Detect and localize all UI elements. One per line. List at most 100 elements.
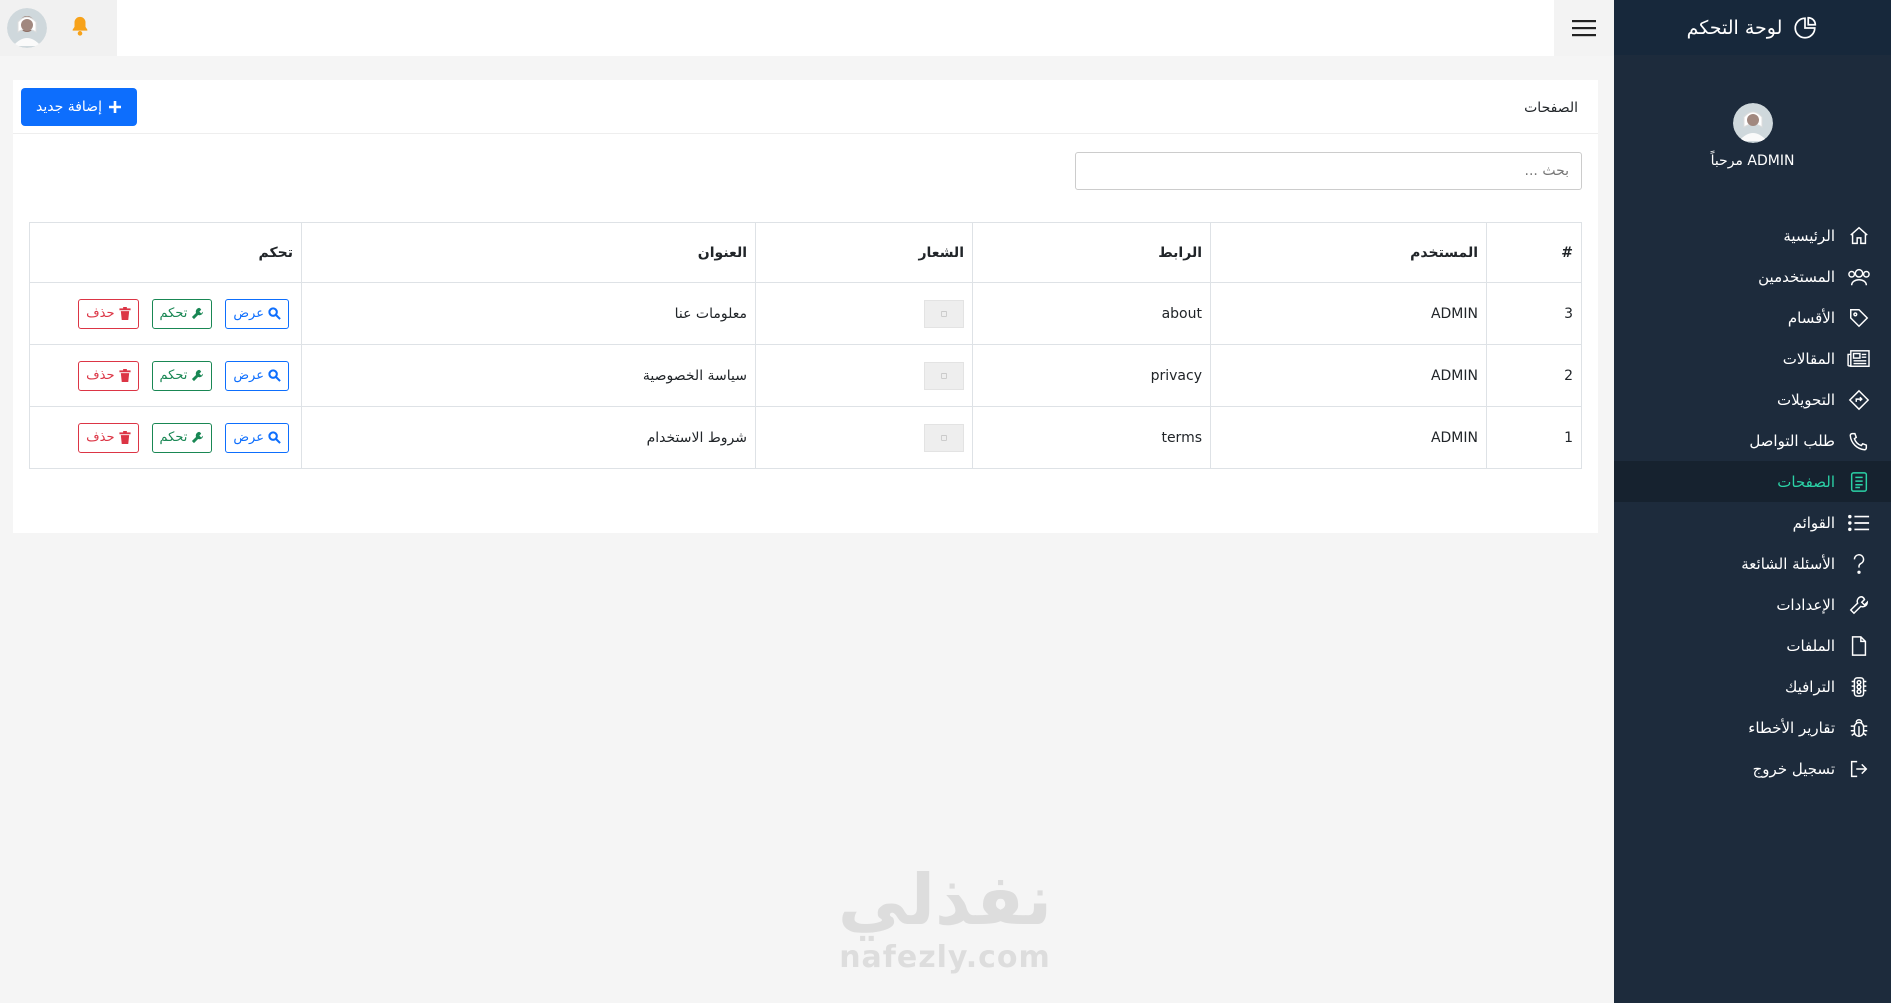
edit-button[interactable]: تحكم [151, 360, 213, 391]
sidebar-item-label: القوائم [1792, 513, 1835, 532]
trash-icon [118, 369, 131, 382]
sidebar-profile: مرحباً ADMIN [1614, 55, 1891, 199]
tag-icon [1847, 306, 1871, 330]
sidebar-item-label: الأسئلة الشائعة [1741, 554, 1835, 573]
sidebar-item-label: الإعدادات [1776, 595, 1835, 614]
sidebar-item-users[interactable]: المستخدمين [1614, 256, 1891, 297]
sidebar-item-label: الصفحات [1777, 472, 1835, 491]
top-bar [0, 0, 1614, 56]
table-row: 2 ADMIN privacy ◻ سياسة الخصوصية عرض تحك… [29, 344, 1582, 407]
sidebar-item-home[interactable]: الرئيسية [1614, 215, 1891, 256]
watermark-url: nafezly.com [839, 940, 1051, 975]
table-header-row: # المستخدم الرابط الشعار العنوان تحكم [29, 222, 1582, 283]
cell-id: 3 [1486, 282, 1582, 345]
sidebar-item-pages[interactable]: الصفحات [1614, 461, 1891, 502]
column-header-logo: الشعار [755, 222, 973, 283]
delete-button[interactable]: حذف [78, 422, 139, 453]
logout-icon [1847, 757, 1871, 781]
wrench-icon [192, 307, 204, 320]
delete-button[interactable]: حذف [78, 360, 139, 391]
top-user-area [0, 0, 117, 56]
column-header-user: المستخدم [1210, 222, 1487, 283]
sidebar-brand[interactable]: لوحة التحكم [1614, 0, 1891, 55]
edit-label: تحكم [159, 430, 188, 445]
view-label: عرض [233, 430, 264, 445]
page-icon [1847, 470, 1871, 494]
view-button[interactable]: عرض [225, 298, 289, 329]
view-label: عرض [233, 368, 264, 383]
home-icon [1847, 224, 1871, 248]
wrench-icon [192, 431, 204, 444]
list-icon [1847, 511, 1871, 535]
plus-icon [108, 101, 121, 113]
watermark: نفذلي nafezly.com [830, 860, 1060, 975]
view-button[interactable]: عرض [225, 360, 289, 391]
edit-label: تحكم [159, 368, 188, 383]
delete-label: حذف [86, 306, 115, 321]
sidebar-item-label: طلب التواصل [1749, 431, 1835, 450]
phone-icon [1847, 429, 1871, 453]
cell-actions: عرض تحكم حذف [29, 406, 302, 469]
watermark-arabic: نفذلي [837, 859, 1053, 941]
view-button[interactable]: عرض [225, 422, 289, 453]
delete-label: حذف [86, 368, 115, 383]
directions-icon [1847, 388, 1871, 412]
sidebar-item-error-reports[interactable]: تقارير الأخطاء [1614, 707, 1891, 748]
column-header-controls: تحكم [29, 222, 302, 283]
trash-icon [118, 307, 131, 320]
search-icon [268, 307, 281, 320]
file-icon [1847, 634, 1871, 658]
logo-thumbnail: ◻ [924, 423, 964, 452]
cell-title: معلومات عنا [301, 282, 756, 345]
sidebar-item-contact[interactable]: طلب التواصل [1614, 420, 1891, 461]
sidebar: لوحة التحكم مرحباً ADMIN الرئيسية المستخ… [1614, 0, 1891, 1003]
search-icon [268, 369, 281, 382]
pages-table: # المستخدم الرابط الشعار العنوان تحكم 3 … [29, 222, 1582, 469]
sidebar-item-menus[interactable]: القوائم [1614, 502, 1891, 543]
welcome-text: مرحباً ADMIN [1710, 153, 1795, 169]
menu-toggle-button[interactable] [1554, 0, 1614, 56]
sidebar-item-faq[interactable]: الأسئلة الشائعة [1614, 543, 1891, 584]
add-new-button[interactable]: إضافة جديد [21, 88, 137, 126]
sidebar-item-logout[interactable]: تسجيل خروج [1614, 748, 1891, 789]
sidebar-item-categories[interactable]: الأقسام [1614, 297, 1891, 338]
delete-label: حذف [86, 430, 115, 445]
newspaper-icon [1847, 347, 1871, 371]
column-header-link: الرابط [972, 222, 1211, 283]
cell-user: ADMIN [1210, 344, 1487, 407]
cell-link: privacy [972, 344, 1211, 407]
hamburger-icon [1572, 20, 1596, 37]
card-header: الصفحات إضافة جديد [13, 80, 1598, 134]
sidebar-item-settings[interactable]: الإعدادات [1614, 584, 1891, 625]
edit-button[interactable]: تحكم [151, 422, 213, 453]
cell-link: terms [972, 406, 1211, 469]
delete-button[interactable]: حذف [78, 298, 139, 329]
edit-button[interactable]: تحكم [151, 298, 213, 329]
search-icon [268, 431, 281, 444]
sidebar-item-transfers[interactable]: التحويلات [1614, 379, 1891, 420]
cell-actions: عرض تحكم حذف [29, 344, 302, 407]
cell-link: about [972, 282, 1211, 345]
sidebar-item-articles[interactable]: المقالات [1614, 338, 1891, 379]
sidebar-item-label: الترافيك [1784, 677, 1835, 696]
cell-user: ADMIN [1210, 282, 1487, 345]
sidebar-item-label: المستخدمين [1758, 267, 1835, 286]
cell-logo: ◻ [755, 282, 973, 345]
cell-id: 2 [1486, 344, 1582, 407]
cell-id: 1 [1486, 406, 1582, 469]
user-avatar[interactable] [7, 8, 47, 48]
bug-icon [1847, 716, 1871, 740]
traffic-icon [1847, 675, 1871, 699]
sidebar-item-traffic[interactable]: الترافيك [1614, 666, 1891, 707]
sidebar-item-files[interactable]: الملفات [1614, 625, 1891, 666]
column-header-title: العنوان [301, 222, 756, 283]
brand-title: لوحة التحكم [1686, 16, 1783, 39]
cell-logo: ◻ [755, 344, 973, 407]
bell-icon[interactable] [69, 15, 91, 41]
sidebar-item-label: الرئيسية [1783, 226, 1835, 245]
sidebar-avatar [1732, 103, 1773, 143]
search-input[interactable] [1075, 152, 1582, 190]
view-label: عرض [233, 306, 264, 321]
sidebar-item-label: تقارير الأخطاء [1748, 718, 1835, 737]
cell-logo: ◻ [755, 406, 973, 469]
